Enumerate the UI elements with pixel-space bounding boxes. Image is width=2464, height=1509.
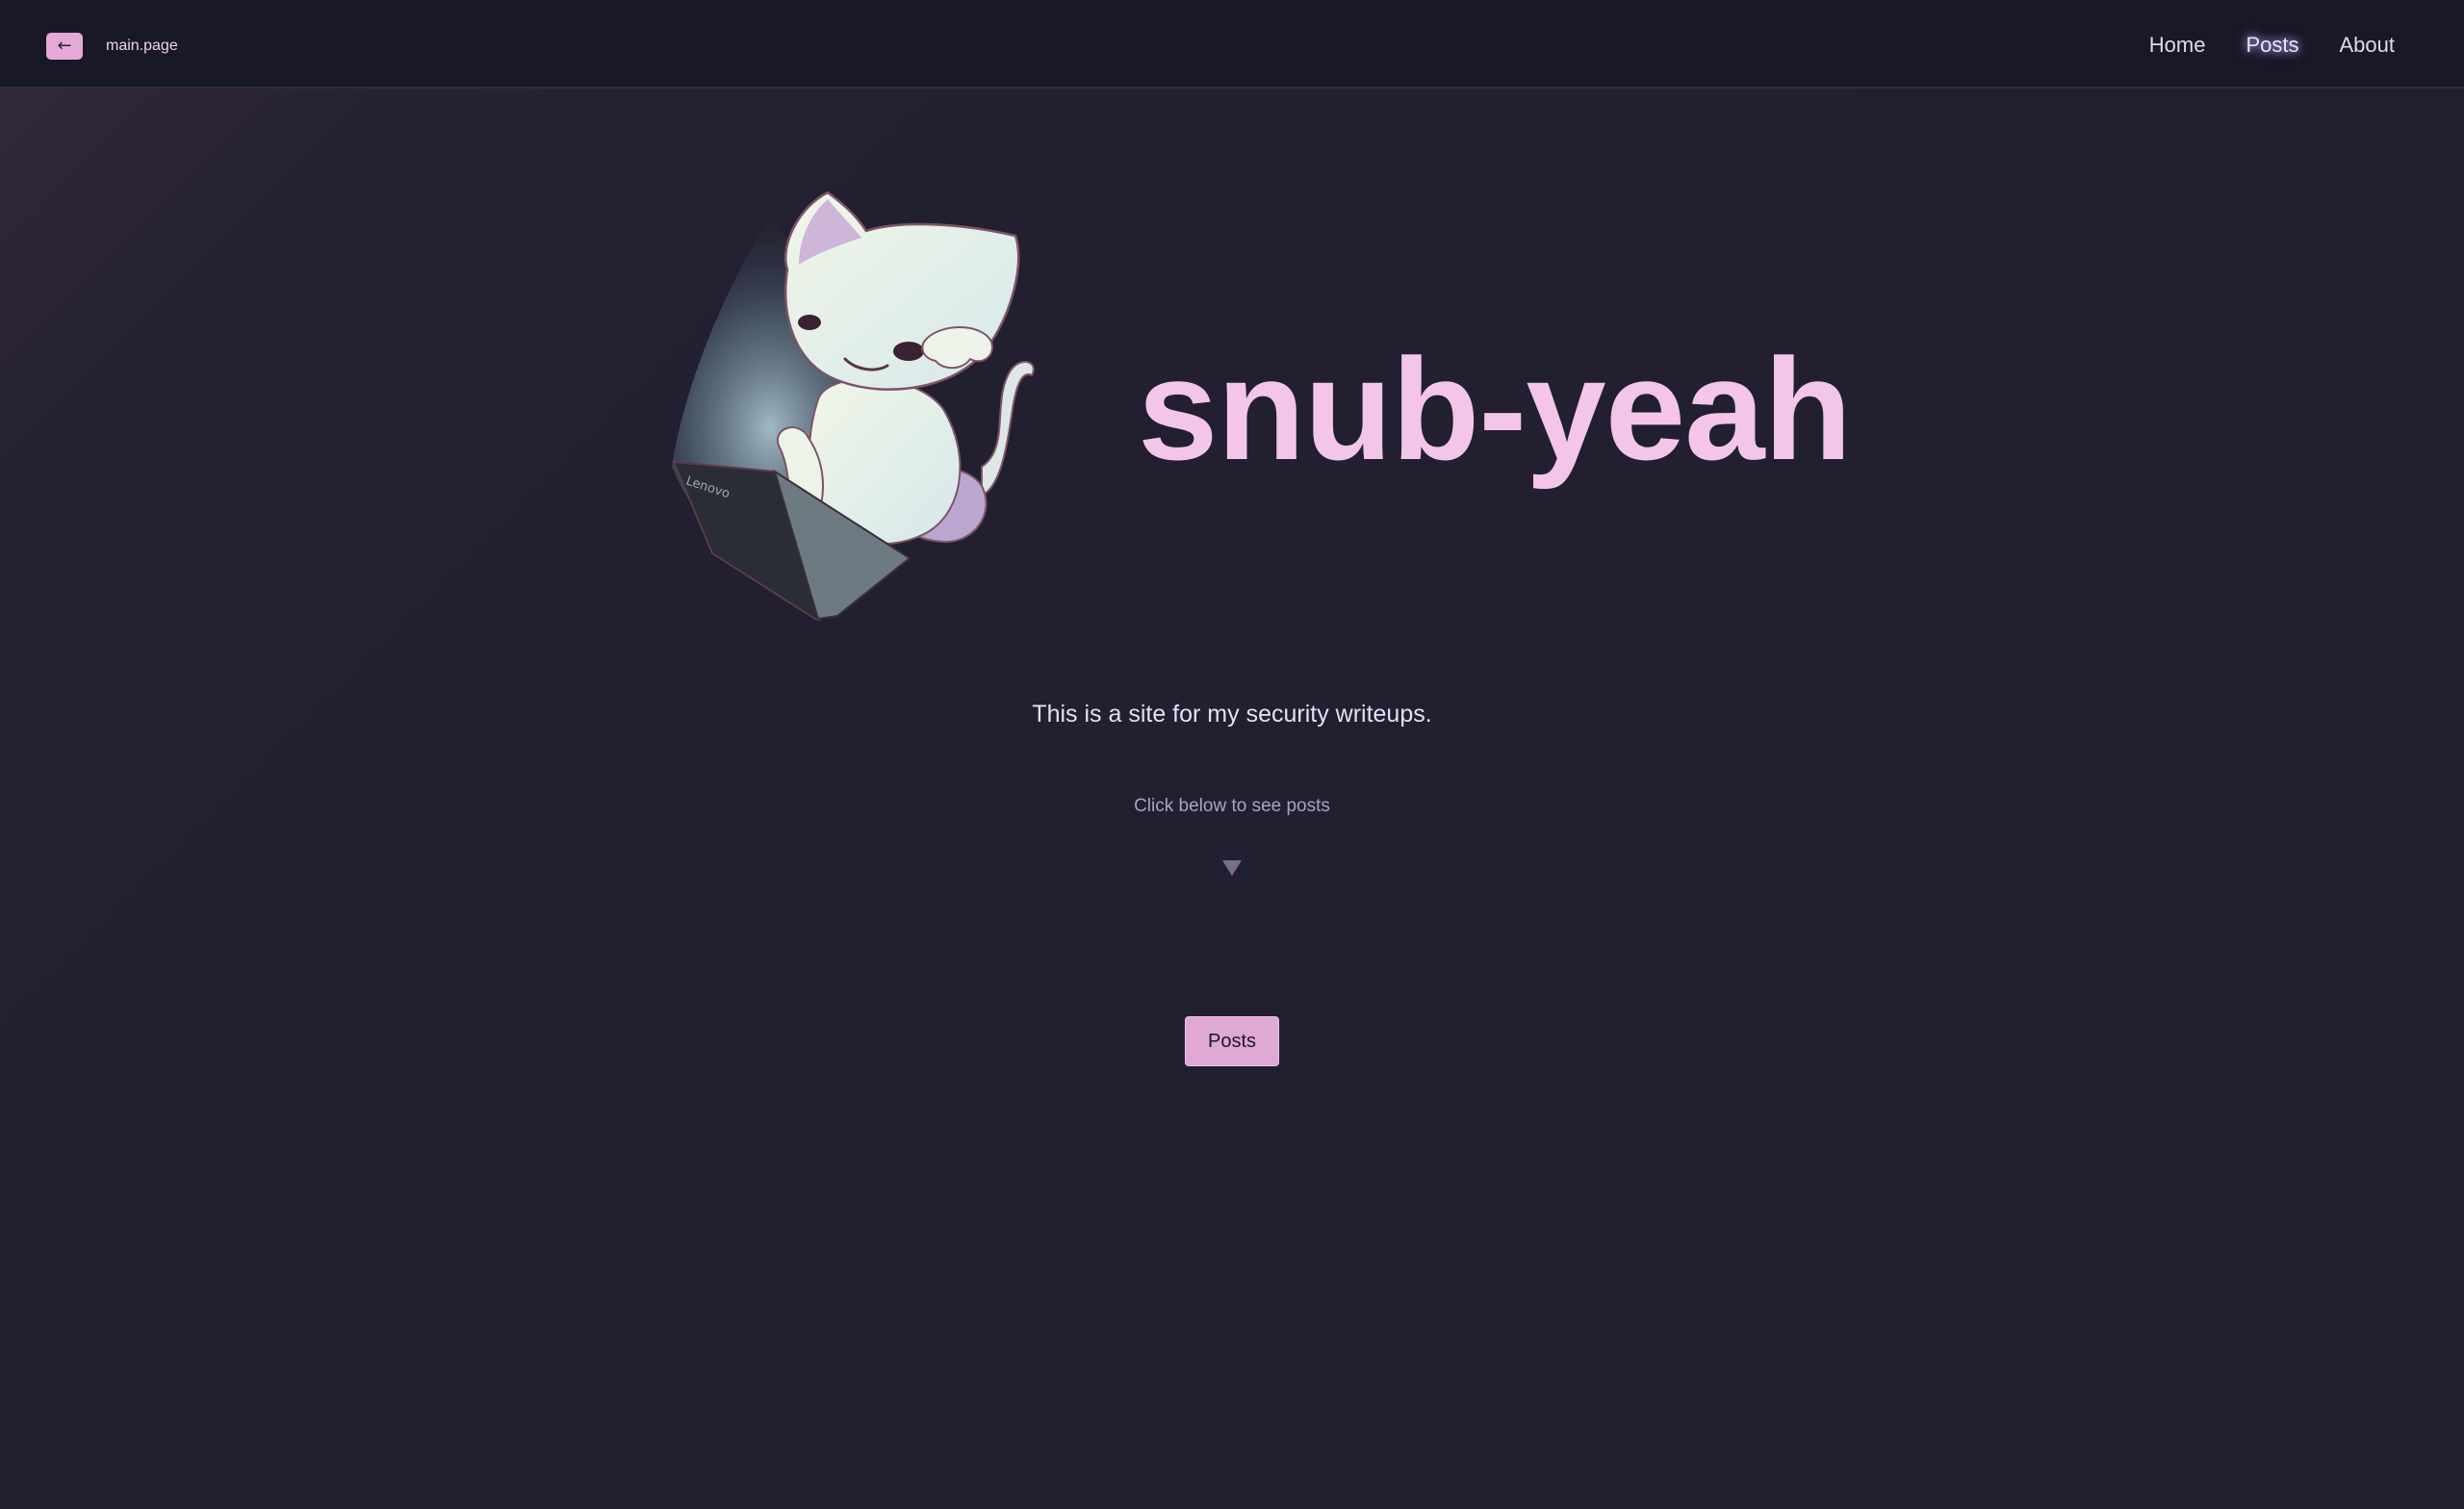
nav-home-link[interactable]: Home (2149, 31, 2206, 60)
nav-about-link[interactable]: About (2340, 31, 2396, 60)
site-title: snub-yeah (1138, 328, 1852, 490)
back-button[interactable]: ← (46, 33, 83, 60)
main-nav: Home Posts About (2149, 31, 2395, 60)
top-bar: ← main.page Home Posts About (0, 0, 2464, 89)
posts-button[interactable]: Posts (1185, 1016, 1279, 1066)
cat-tail (981, 361, 1035, 498)
cat-laptop-illustration: Lenovo (672, 191, 1035, 621)
cat-right-eye (893, 342, 924, 361)
page-label: main.page (106, 38, 178, 54)
nav-posts-link[interactable]: Posts (2246, 31, 2298, 60)
posts-hint: Click below to see posts (1134, 796, 1330, 816)
triangle-down-icon (1222, 860, 1242, 876)
cat-left-eye (798, 315, 821, 330)
site-tagline: This is a site for my security writeups. (1032, 701, 1432, 728)
